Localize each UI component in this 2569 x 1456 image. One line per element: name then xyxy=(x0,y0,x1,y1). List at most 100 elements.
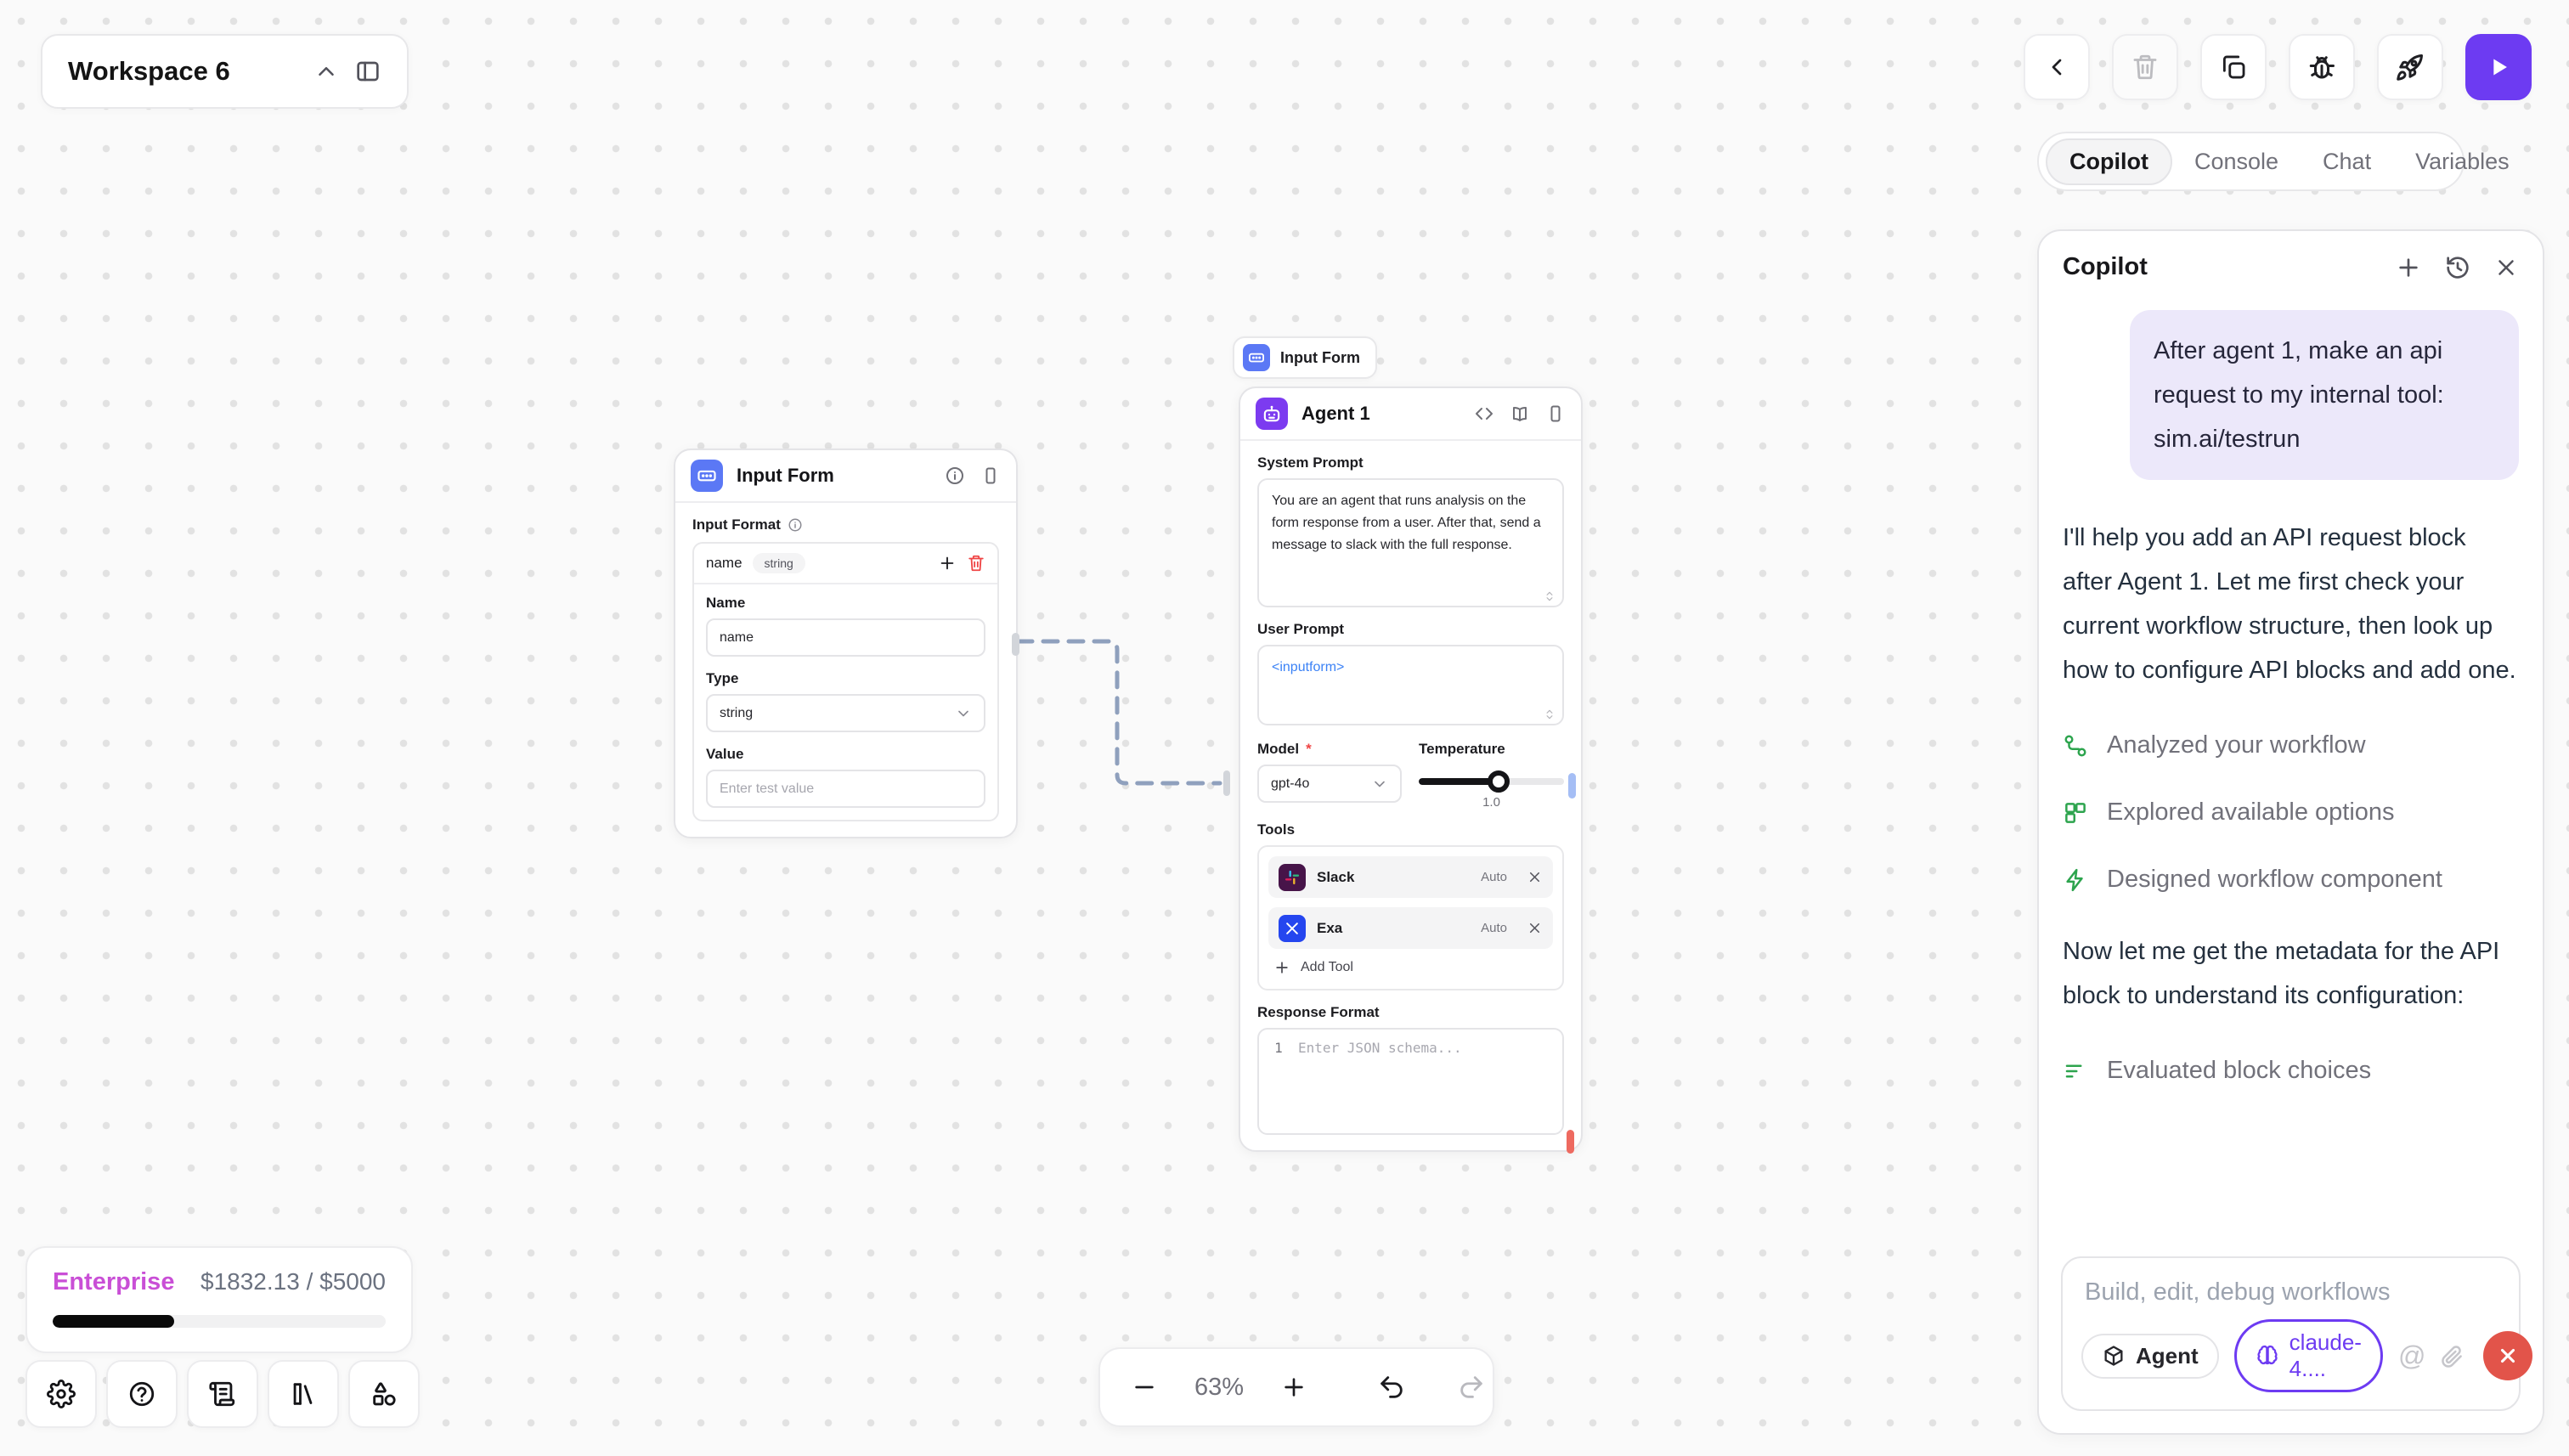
book-icon[interactable] xyxy=(1510,404,1530,424)
output-port[interactable] xyxy=(1568,773,1576,799)
copilot-step[interactable]: Explored available options xyxy=(2063,799,2519,827)
copilot-composer[interactable]: Build, edit, debug workflows Agent claud… xyxy=(2061,1256,2521,1411)
add-tool-button[interactable]: Add Tool xyxy=(1268,949,1553,979)
right-panel-tabs: Copilot Console Chat Variables xyxy=(2037,132,2465,191)
user-prompt-label: User Prompt xyxy=(1257,621,1564,638)
copilot-step[interactable]: Analyzed your workflow xyxy=(2063,731,2519,759)
paperclip-icon[interactable] xyxy=(2439,1343,2465,1369)
resize-handle-icon[interactable] xyxy=(1544,708,1556,720)
node-title: Input Form xyxy=(737,465,931,487)
new-chat-button[interactable] xyxy=(2395,254,2422,281)
chevron-up-icon[interactable] xyxy=(313,59,339,84)
user-prompt-textarea[interactable]: <inputform> xyxy=(1257,645,1564,725)
filter-icon xyxy=(2063,1058,2088,1084)
input-form-node[interactable]: Input Form Input Format name string xyxy=(674,449,1018,838)
json-schema-placeholder: Enter JSON schema... xyxy=(1298,1040,1462,1133)
tab-console[interactable]: Console xyxy=(2172,140,2301,183)
logs-button[interactable] xyxy=(187,1360,258,1428)
node-title: Agent 1 xyxy=(1301,403,1460,425)
model-select[interactable]: gpt-4o xyxy=(1257,765,1402,803)
redo-button[interactable] xyxy=(1457,1373,1486,1402)
type-select[interactable]: string xyxy=(706,694,985,732)
workspace-selector[interactable]: Workspace 6 xyxy=(41,34,409,109)
rocket-icon xyxy=(2395,52,2425,82)
tab-copilot[interactable]: Copilot xyxy=(2046,138,2172,185)
panel-left-icon[interactable] xyxy=(354,58,381,85)
info-icon[interactable] xyxy=(945,466,965,486)
parent-block-badge[interactable]: Input Form xyxy=(1233,336,1377,379)
tab-chat[interactable]: Chat xyxy=(2301,140,2393,183)
code-icon[interactable] xyxy=(1474,404,1494,424)
composer-input[interactable]: Build, edit, debug workflows xyxy=(2085,1278,2497,1306)
undo-button[interactable] xyxy=(1377,1373,1406,1402)
format-field-row[interactable]: name string xyxy=(694,544,997,583)
history-icon[interactable] xyxy=(2444,254,2471,281)
model-label: Model* xyxy=(1257,741,1402,758)
output-port[interactable] xyxy=(1012,633,1019,656)
duplicate-button[interactable] xyxy=(2200,34,2267,100)
remove-tool-button[interactable] xyxy=(1527,920,1543,936)
tool-row-slack[interactable]: Slack Auto xyxy=(1268,856,1553,898)
add-field-button[interactable] xyxy=(938,554,957,573)
usage-progress-fill xyxy=(53,1315,174,1328)
edge-inputform-to-agent xyxy=(1018,641,1220,783)
input-form-node-header[interactable]: Input Form xyxy=(675,450,1016,501)
assistant-intro-text: I'll help you add an API request block a… xyxy=(2063,516,2519,692)
zap-icon xyxy=(2063,867,2088,893)
remove-tool-button[interactable] xyxy=(1527,869,1543,885)
delete-button[interactable] xyxy=(2112,34,2178,100)
exa-icon xyxy=(1279,915,1306,942)
preview-icon[interactable] xyxy=(1545,404,1566,424)
error-port[interactable] xyxy=(1567,1130,1574,1154)
mode-selector-pill[interactable]: Agent xyxy=(2081,1334,2219,1379)
deploy-button[interactable] xyxy=(2377,34,2443,100)
name-input[interactable] xyxy=(706,618,985,657)
preview-icon[interactable] xyxy=(980,466,1001,486)
zoom-out-button[interactable] xyxy=(1131,1374,1158,1401)
debug-button[interactable] xyxy=(2289,34,2355,100)
copilot-header: Copilot xyxy=(2063,253,2519,281)
copilot-title: Copilot xyxy=(2063,253,2395,281)
tab-variables[interactable]: Variables xyxy=(2393,140,2532,183)
copilot-step[interactable]: Designed workflow component xyxy=(2063,866,2519,894)
logs-icon xyxy=(208,1380,237,1408)
settings-button[interactable] xyxy=(25,1360,97,1428)
system-prompt-textarea[interactable]: You are an agent that runs analysis on t… xyxy=(1257,478,1564,607)
canvas-controls: 63% xyxy=(1098,1347,1494,1427)
agent-node[interactable]: Agent 1 System Prompt You are an agent t… xyxy=(1239,387,1583,1152)
input-form-icon xyxy=(1243,344,1270,371)
user-message-bubble: After agent 1, make an api request to my… xyxy=(2130,310,2519,480)
delete-field-button[interactable] xyxy=(967,554,985,573)
type-chip: string xyxy=(753,553,805,573)
temperature-slider[interactable] xyxy=(1419,771,1564,792)
input-port[interactable] xyxy=(1223,770,1230,796)
package-icon xyxy=(2102,1344,2126,1368)
name-label: Name xyxy=(706,595,985,612)
value-input[interactable] xyxy=(706,770,985,808)
close-panel-button[interactable] xyxy=(2493,255,2519,280)
resize-handle-icon[interactable] xyxy=(1544,590,1556,602)
plan-badge: Enterprise xyxy=(53,1268,200,1296)
run-button[interactable] xyxy=(2465,34,2532,100)
back-button[interactable] xyxy=(2024,34,2090,100)
zoom-in-button[interactable] xyxy=(1280,1374,1307,1401)
at-icon[interactable]: @ xyxy=(2398,1342,2425,1369)
assistant-followup-text: Now let me get the metadata for the API … xyxy=(2063,929,2519,1018)
model-selector-pill[interactable]: claude-4.... xyxy=(2234,1319,2383,1392)
input-form-icon xyxy=(691,460,723,492)
help-button[interactable] xyxy=(106,1360,178,1428)
copilot-step[interactable]: Evaluated block choices xyxy=(2063,1057,2519,1085)
library-button[interactable] xyxy=(268,1360,339,1428)
tool-row-exa[interactable]: Exa Auto xyxy=(1268,907,1553,949)
robot-icon xyxy=(1256,398,1288,430)
temperature-value: 1.0 xyxy=(1419,795,1564,810)
bug-icon xyxy=(2306,52,2337,82)
templates-button[interactable] xyxy=(348,1360,420,1428)
agent-node-header[interactable]: Agent 1 xyxy=(1240,388,1581,439)
slider-thumb[interactable] xyxy=(1488,770,1510,793)
response-format-editor[interactable]: 1 Enter JSON schema... xyxy=(1257,1028,1564,1135)
tools-label: Tools xyxy=(1257,821,1564,838)
stop-button[interactable] xyxy=(2483,1331,2532,1380)
usage-card[interactable]: Enterprise $1832.13 / $5000 xyxy=(25,1246,413,1353)
info-icon[interactable] xyxy=(788,517,803,533)
